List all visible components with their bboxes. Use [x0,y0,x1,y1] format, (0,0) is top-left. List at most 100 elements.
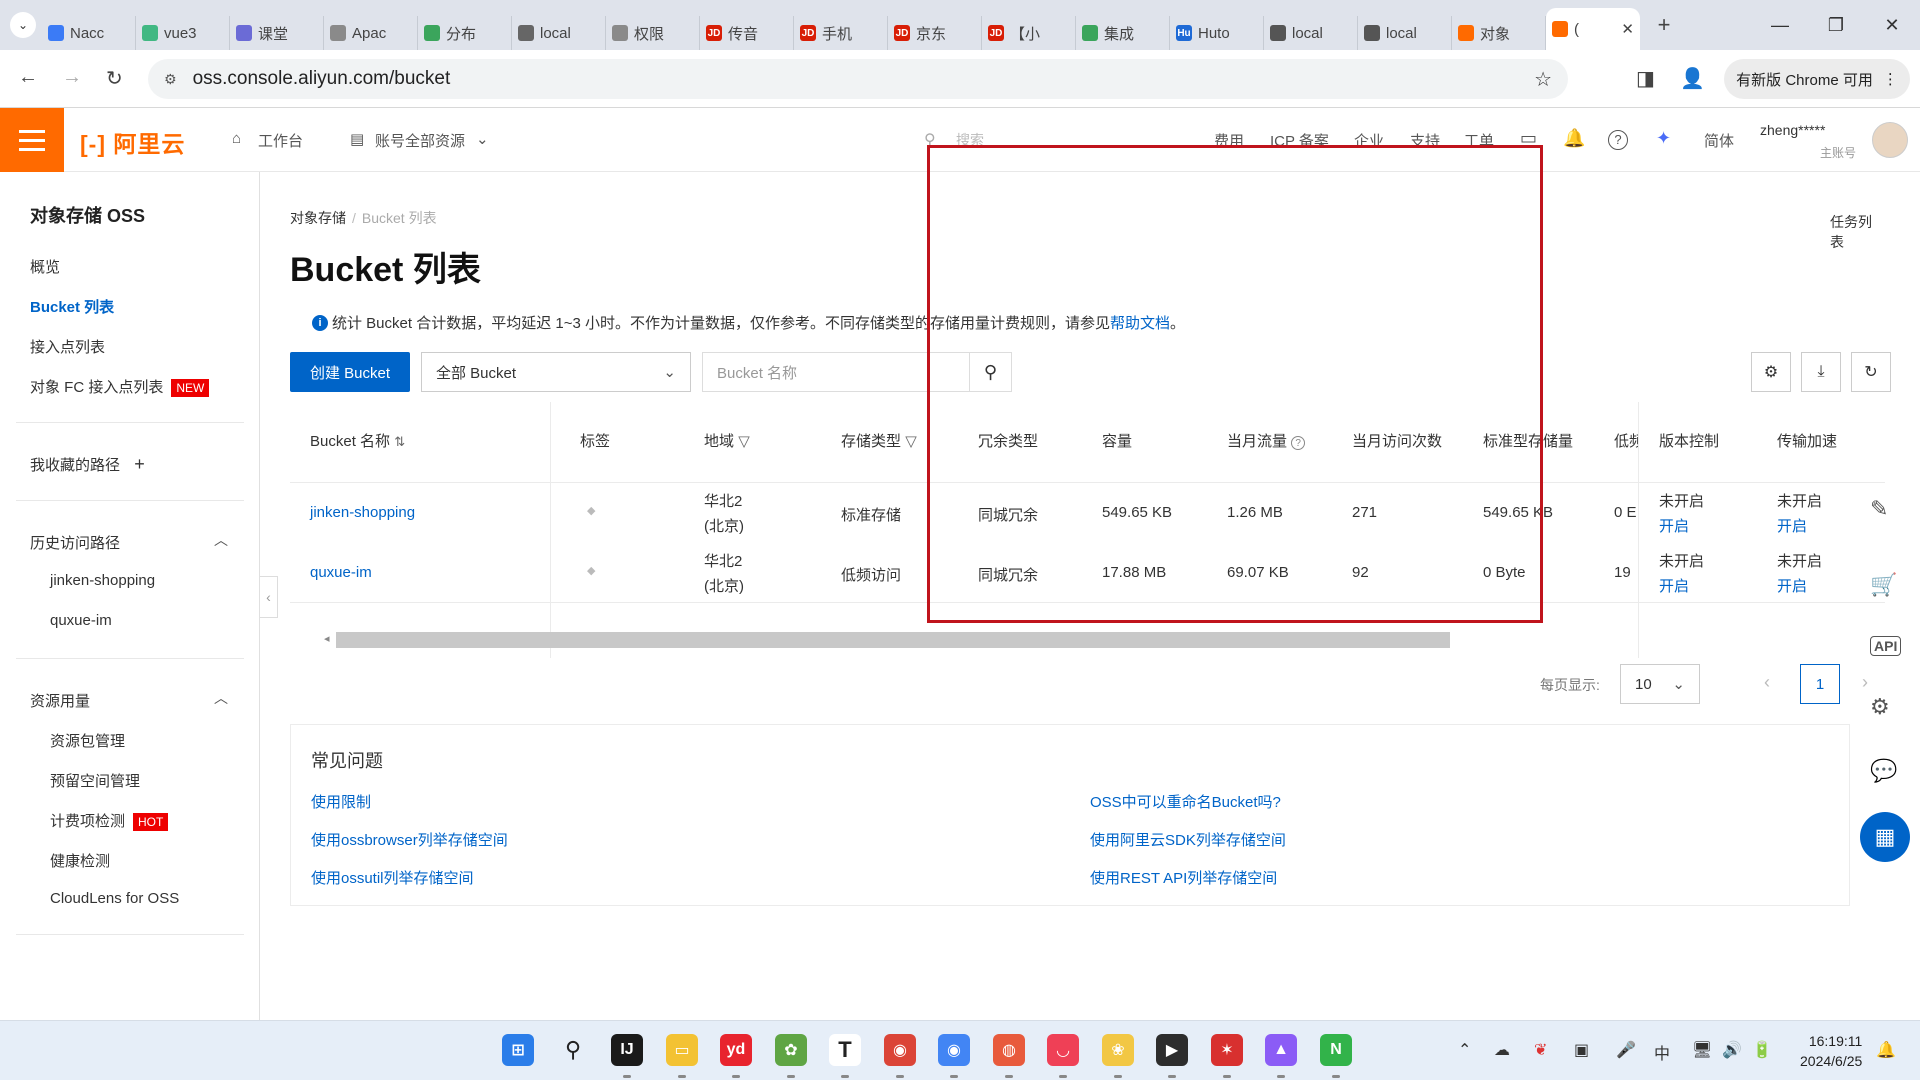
browser-tab[interactable]: JD 京东 [888,16,982,50]
search-icon[interactable]: ⚲ [969,353,1011,391]
snail-icon[interactable]: ◍ [993,1034,1025,1066]
bookmark-star-icon[interactable]: ☆ [1534,67,1552,92]
menu-icon[interactable] [0,108,64,172]
header-link-enterprise[interactable]: 企业 [1354,130,1384,151]
sidebar-item-cloudlens[interactable]: CloudLens for OSS [50,890,179,907]
add-favorite-icon[interactable]: + [134,454,145,474]
filter-icon[interactable]: ▽ [738,433,750,450]
export-button[interactable]: ⤓ [1801,352,1841,392]
api-icon[interactable]: API [1870,636,1902,656]
sidebar-item-billing-check[interactable]: 计费项检测 HOT [50,810,169,831]
sort-icon[interactable]: ⇅ [394,434,405,449]
photo-icon[interactable]: ✿ [775,1034,807,1066]
faq-link-ossbrowser[interactable]: 使用ossbrowser列举存储空间 [311,829,508,850]
header-link-support[interactable]: 支持 [1410,130,1440,151]
bell-icon[interactable]: 🔔 [1563,128,1585,149]
paint-icon[interactable]: ▲ [1265,1034,1297,1066]
header-link-icp[interactable]: ICP 备案 [1270,130,1329,151]
reload-icon[interactable]: ↻ [106,66,123,91]
scroll-left-icon[interactable]: ◂ [324,632,330,645]
tray-app-icon[interactable]: ❦ [1534,1040,1547,1060]
browser-tab[interactable]: vue3 [136,16,230,50]
help-doc-link[interactable]: 帮助文档 [1110,312,1170,333]
tab-search-icon[interactable]: ⌄ [10,12,36,38]
sidebar-item-health-check[interactable]: 健康检测 [50,850,110,871]
notification-icon[interactable]: 🔔 [1876,1040,1896,1060]
faq-link-rest-api[interactable]: 使用REST API列举存储空间 [1090,867,1277,888]
page-size-select[interactable]: 10 ⌄ [1620,664,1700,704]
bucket-search-input[interactable]: Bucket 名称 ⚲ [702,352,1012,392]
chevron-up-icon[interactable]: ︿ [214,530,228,550]
browser-tab[interactable]: 权限 [606,16,700,50]
workbench-link[interactable]: 工作台 [258,130,303,151]
help-icon[interactable]: ? [1608,130,1628,150]
bucket-name-link[interactable]: quxue-im [310,564,372,581]
url-bar[interactable]: ⚙ oss.console.aliyun.com/bucket ☆ [148,59,1568,99]
username[interactable]: zheng***** [1760,122,1825,138]
sidebar-item-reserved-space[interactable]: 预留空间管理 [50,770,140,791]
sidebar-item-access-points[interactable]: 接入点列表 [30,336,105,357]
browser-tab[interactable]: local [1264,16,1358,50]
terminal-icon[interactable]: ▭ [1520,128,1537,149]
search-icon[interactable]: ⚲ [557,1034,589,1066]
horizontal-scrollbar[interactable]: ◂ [290,632,1610,652]
sidebar-item-resource-packages[interactable]: 资源包管理 [50,730,125,751]
side-panel-icon[interactable]: ◨ [1636,66,1655,91]
browser-tab[interactable]: JD 手机 [794,16,888,50]
maximize-button[interactable]: ❐ [1808,0,1864,50]
tag-icon[interactable]: ◆ [587,504,595,517]
typora-icon[interactable]: T [829,1034,861,1066]
browser-tab[interactable]: Hu Huto [1170,16,1264,50]
tray-app-icon[interactable]: ▣ [1574,1040,1589,1060]
browser-tab[interactable]: local [1358,16,1452,50]
column-header-storage-class[interactable]: 存储类型 ▽ [841,402,917,482]
cart-icon[interactable]: 🛒 [1870,572,1897,598]
clock[interactable]: 16:19:11 2024/6/25 [1800,1031,1862,1071]
profile-icon[interactable]: 👤 [1680,66,1705,91]
edit-icon[interactable]: ✎ [1870,496,1888,522]
youdao-icon[interactable]: yd [720,1034,752,1066]
xmind-icon[interactable]: ✶ [1211,1034,1243,1066]
breadcrumb-oss[interactable]: 对象存储 [290,210,346,226]
bucket-filter-select[interactable]: 全部 Bucket ⌄ [421,352,691,392]
bucket-name-link[interactable]: jinken-shopping [310,504,415,521]
tag-icon[interactable]: ◆ [587,564,595,577]
chrome-icon[interactable]: ◉ [884,1034,916,1066]
header-search-input[interactable]: 搜索 [956,130,984,150]
avatar[interactable] [1872,122,1908,158]
site-info-icon[interactable]: ⚙ [164,71,177,88]
column-header-name[interactable]: Bucket 名称 ⇅ [310,402,405,482]
enable-acceleration-link[interactable]: 开启 [1777,574,1822,599]
chrome-dev-icon[interactable]: ◉ [938,1034,970,1066]
header-link-fees[interactable]: 费用 [1214,130,1244,151]
ai-assistant-icon[interactable]: ✦ [1656,128,1671,149]
browser-tab[interactable]: Nacc [42,16,136,50]
header-link-ticket[interactable]: 工单 [1464,130,1494,151]
volume-icon[interactable]: 🔊 [1722,1040,1742,1060]
sidebar-item-bucket-list[interactable]: Bucket 列表 [30,296,114,317]
column-header-region[interactable]: 地域 ▽ [704,402,750,482]
weather-icon[interactable]: ☁ [1494,1040,1510,1060]
browser-tab[interactable]: (✕ [1546,8,1640,50]
sidebar-item-overview[interactable]: 概览 [30,256,60,277]
new-tab-button[interactable]: + [1648,12,1680,38]
language-switch[interactable]: 简体 [1704,130,1734,151]
chat-icon[interactable]: 💬 [1870,758,1897,784]
display-icon[interactable]: 🖥 [1692,1040,1712,1060]
next-page-icon[interactable]: › [1862,672,1868,693]
pocket-icon[interactable]: ◡ [1047,1034,1079,1066]
forward-icon[interactable]: → [62,66,82,89]
navicat-icon[interactable]: N [1320,1034,1352,1066]
sidebar-section-usage[interactable]: 资源用量 [30,690,90,711]
task-list-link[interactable]: 任务列表 [1830,212,1882,252]
filter-icon[interactable]: ▽ [905,433,917,450]
faq-link-sdk[interactable]: 使用阿里云SDK列举存储空间 [1090,829,1286,850]
sidebar-item-fc-access-points[interactable]: 对象 FC 接入点列表 NEW [30,376,210,397]
enable-versioning-link[interactable]: 开启 [1659,514,1704,539]
chrome-menu-icon[interactable]: ⋮ [1883,70,1898,88]
enable-acceleration-link[interactable]: 开启 [1777,514,1822,539]
gear-icon[interactable]: ⚙ [1870,694,1890,720]
page-number-current[interactable]: 1 [1800,664,1840,704]
chrome-update-button[interactable]: 有新版 Chrome 可用 ⋮ [1724,59,1910,99]
browser-tab[interactable]: JD 传音 [700,16,794,50]
